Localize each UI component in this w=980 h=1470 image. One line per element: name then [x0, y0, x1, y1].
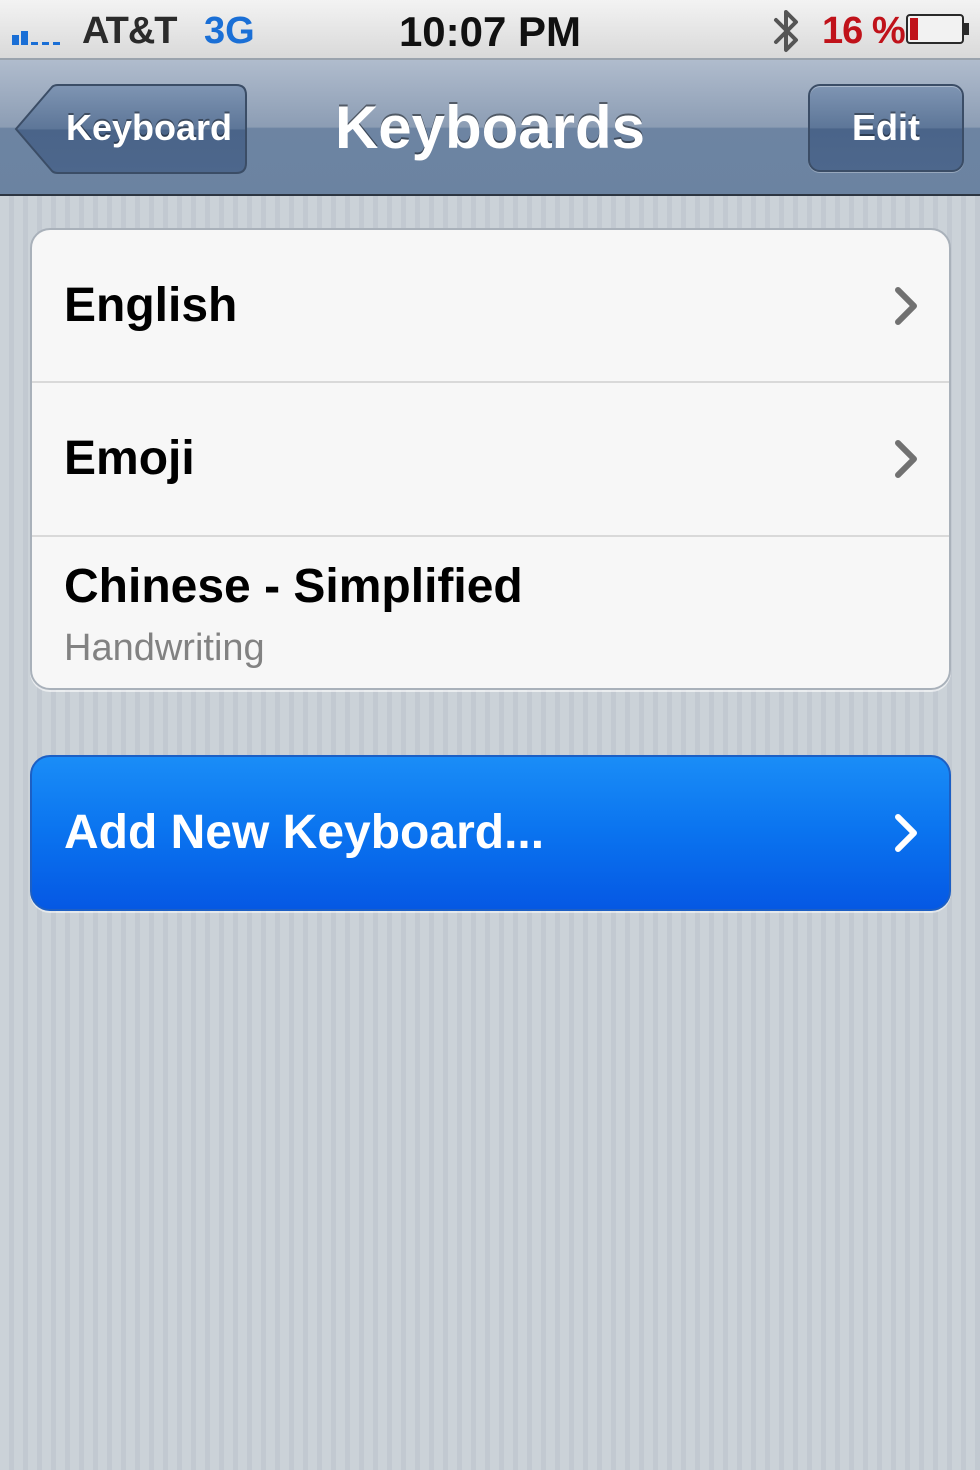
chevron-right-icon: [895, 287, 917, 325]
keyboard-row-chinese-simplified[interactable]: Chinese - Simplified Handwriting: [32, 537, 949, 688]
bluetooth-icon: [774, 10, 798, 52]
add-new-keyboard-button[interactable]: Add New Keyboard...: [30, 755, 951, 911]
keyboard-row-sublabel: Handwriting: [64, 627, 265, 669]
navigation-bar: Keyboard Keyboards Edit: [0, 60, 980, 196]
battery-icon: [906, 14, 969, 44]
chevron-right-icon: [895, 814, 917, 852]
status-bar: AT&T 3G 10:07 PM 16 %: [0, 0, 980, 60]
add-new-keyboard-label: Add New Keyboard...: [64, 806, 545, 859]
back-button[interactable]: Keyboard: [14, 84, 248, 174]
keyboard-row-label: Chinese - Simplified: [64, 560, 523, 613]
edit-button[interactable]: Edit: [808, 84, 964, 172]
page-title: Keyboards: [334, 94, 646, 161]
keyboard-row-label: Emoji: [64, 432, 195, 485]
back-button-label: Keyboard: [65, 107, 233, 148]
battery-percent: 16 %: [822, 10, 906, 52]
keyboard-row-label: English: [64, 279, 238, 332]
chevron-right-icon: [895, 440, 917, 478]
battery-level-fill: [910, 18, 918, 40]
keyboards-list: English Emoji Chinese - Simplified Handw…: [30, 228, 951, 690]
keyboard-row-emoji[interactable]: Emoji: [32, 383, 949, 537]
keyboard-row-english[interactable]: English: [32, 230, 949, 383]
